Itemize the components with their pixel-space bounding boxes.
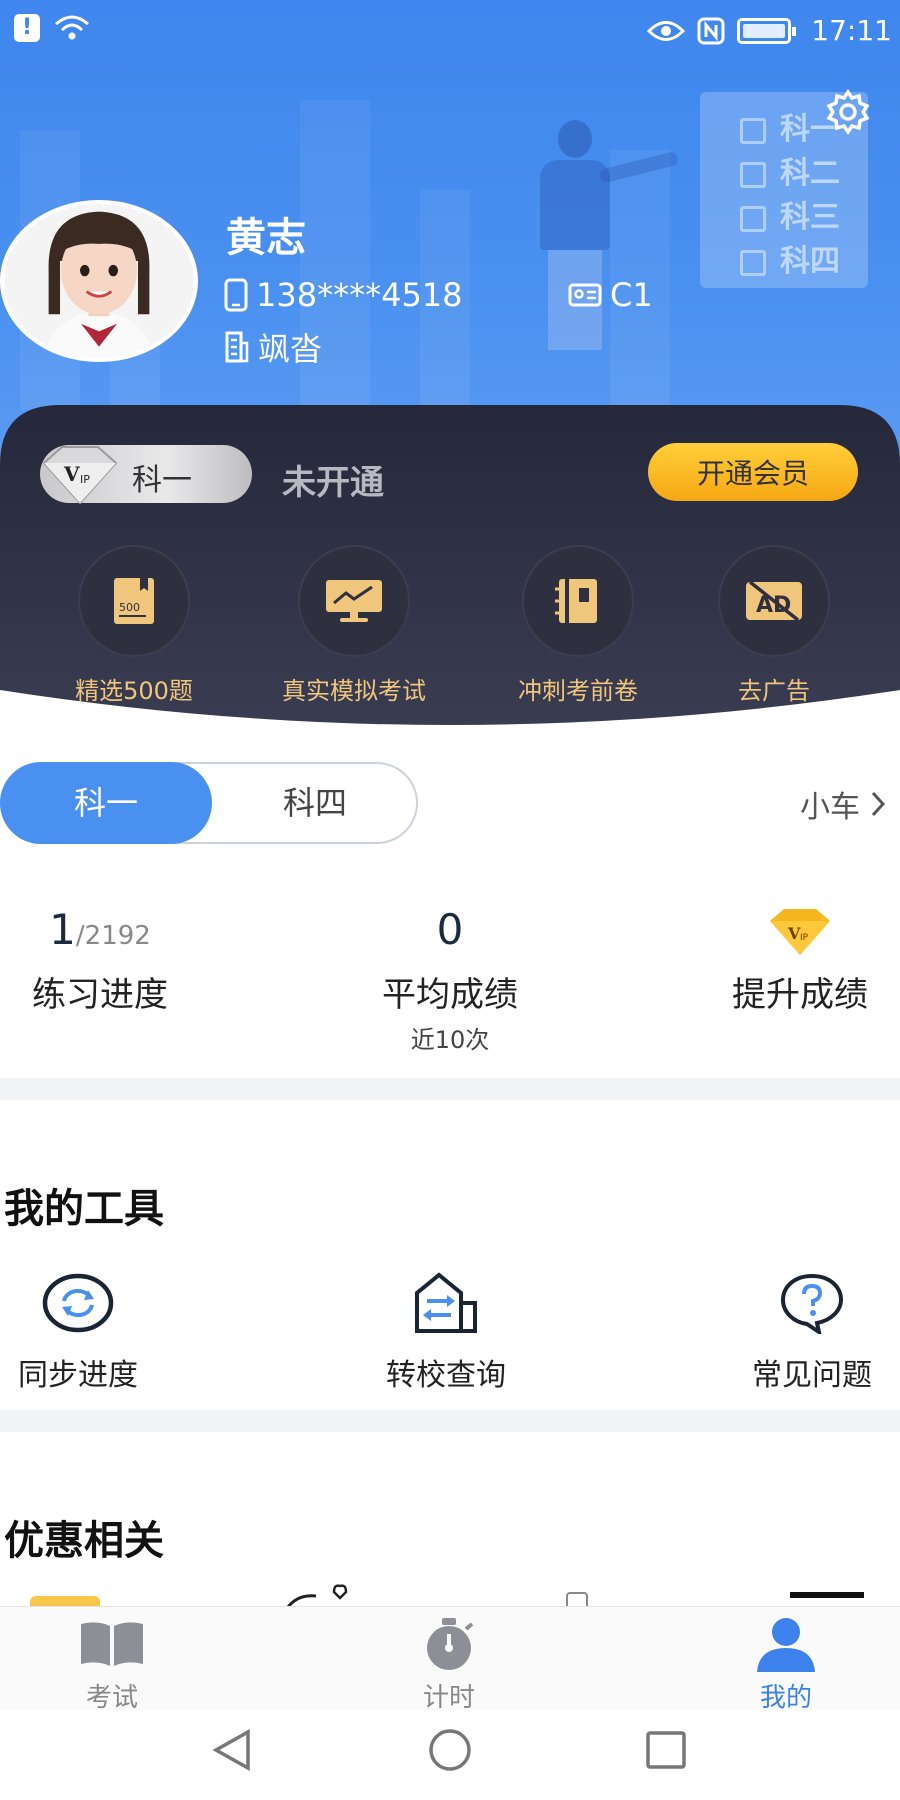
back-nav-icon[interactable] <box>210 1728 254 1776</box>
stat-label: 提升成绩 <box>732 975 868 1015</box>
vip-diamond-icon: V IP <box>42 446 118 505</box>
tool-label: 转校查询 <box>386 1358 506 1393</box>
book-500-icon: 500 <box>114 578 154 624</box>
vip-feature-label: 去广告 <box>738 677 810 705</box>
stat-label: 平均成绩 <box>382 975 518 1015</box>
vip-feature-500[interactable]: 500 精选500题 <box>34 545 234 706</box>
vip-panel: V IP 科一 未开通 开通会员 500 精选500题 真实模拟考试 冲刺考前卷… <box>0 405 900 730</box>
avatar[interactable] <box>0 200 198 362</box>
wifi-icon <box>55 15 89 40</box>
system-navigation-bar <box>0 1710 900 1800</box>
illustration-item: 科四 <box>740 236 840 280</box>
user-region: 飒沓 <box>258 330 323 368</box>
section-divider <box>0 1410 900 1432</box>
vip-subject-badge: V IP 科一 <box>40 445 252 505</box>
building-icon <box>225 331 249 363</box>
stat-value: 0 <box>436 905 464 954</box>
user-phone: 138****4518 <box>256 276 463 314</box>
vip-feature-label: 冲刺考前卷 <box>518 677 638 705</box>
license-card-icon <box>568 283 602 307</box>
stat-practice-progress[interactable]: 1/2192 练习进度 <box>0 905 200 1016</box>
stat-value: 1/2192 <box>49 905 151 954</box>
stat-label: 练习进度 <box>32 975 168 1015</box>
faq-icon <box>780 1273 844 1334</box>
illustration-item: 科二 <box>740 148 840 192</box>
stat-sublabel: 近10次 <box>410 1026 490 1054</box>
tab-label: 计时 <box>422 1683 475 1713</box>
status-time: 17:11 <box>811 14 892 47</box>
vehicle-type-label: 小车 <box>800 790 860 825</box>
vip-feature-mock-exam[interactable]: 真实模拟考试 <box>254 545 454 706</box>
notebook-icon <box>555 579 597 623</box>
tab-subject-1[interactable]: 科一 <box>0 762 212 844</box>
tab-subject-4[interactable]: 科四 <box>212 762 418 844</box>
tab-mine[interactable]: 我的 <box>706 1615 866 1714</box>
tab-label: 我的 <box>759 1683 812 1713</box>
vip-feature-remove-ads[interactable]: AD 去广告 <box>674 545 874 706</box>
status-bar: ! 17:11 <box>0 0 900 62</box>
nfc-icon <box>697 17 725 44</box>
eye-icon <box>647 20 686 41</box>
recents-nav-icon[interactable] <box>644 1728 688 1776</box>
alert-icon: ! <box>14 14 40 42</box>
svg-text:500: 500 <box>119 601 140 614</box>
promos-section-title: 优惠相关 <box>4 1518 164 1564</box>
tool-faq[interactable]: 常见问题 <box>712 1268 900 1394</box>
vip-diamond-gold-icon: V IP <box>770 909 830 955</box>
region-row: 飒沓 <box>224 324 322 370</box>
svg-text:V: V <box>63 462 80 486</box>
stopwatch-icon <box>427 1618 474 1670</box>
subject-segmented-control: 科一 科四 <box>0 762 418 844</box>
tool-school-transfer[interactable]: 转校查询 <box>346 1268 546 1394</box>
vehicle-type-selector[interactable]: 小车 <box>800 782 886 826</box>
phone-icon <box>224 278 248 312</box>
monitor-exam-icon <box>326 580 382 622</box>
svg-text:IP: IP <box>800 933 809 943</box>
section-divider <box>0 1078 900 1100</box>
svg-text:V: V <box>787 924 801 943</box>
tools-section-title: 我的工具 <box>4 1186 164 1232</box>
user-name: 黄志 <box>226 215 306 261</box>
person-icon <box>757 1618 815 1672</box>
tab-exam[interactable]: 考试 <box>32 1615 192 1714</box>
illustration-item: 科三 <box>740 192 840 236</box>
license-row: C1 <box>568 276 653 314</box>
open-membership-button[interactable]: 开通会员 <box>648 443 858 501</box>
phone-row: 138****4518 <box>224 276 463 314</box>
vip-status: 未开通 <box>282 463 384 503</box>
vip-badge-label: 科一 <box>132 463 192 498</box>
tool-sync-progress[interactable]: 同步进度 <box>0 1268 178 1394</box>
tab-timer[interactable]: 计时 <box>369 1615 529 1714</box>
stat-value: V IP <box>700 905 900 957</box>
stat-average-score[interactable]: 0 平均成绩 近10次 <box>350 905 550 1055</box>
profile-header: ! 17:11 科一 科二 科三 科四 黄志 138****4518 C1 飒沓 <box>0 0 900 470</box>
tab-label: 考试 <box>85 1683 138 1713</box>
svg-text:IP: IP <box>80 473 90 486</box>
tool-label: 常见问题 <box>752 1358 872 1393</box>
stat-improve-score[interactable]: V IP 提升成绩 <box>700 905 900 1016</box>
no-ad-icon: AD <box>746 580 802 622</box>
school-transfer-icon <box>415 1272 477 1333</box>
home-nav-icon[interactable] <box>428 1728 472 1776</box>
settings-gear-icon[interactable] <box>824 88 872 136</box>
illustration-person <box>540 120 680 350</box>
vip-feature-sprint-paper[interactable]: 冲刺考前卷 <box>478 545 678 706</box>
vip-feature-label: 精选500题 <box>75 677 193 705</box>
tool-label: 同步进度 <box>18 1358 138 1393</box>
bottom-tab-bar: 考试 计时 我的 <box>0 1606 900 1713</box>
book-icon <box>81 1622 143 1666</box>
svg-text:AD: AD <box>756 593 791 618</box>
user-license: C1 <box>610 276 653 314</box>
vip-feature-label: 真实模拟考试 <box>282 677 426 705</box>
battery-icon <box>737 17 797 44</box>
sync-icon <box>42 1273 114 1333</box>
chevron-right-icon <box>871 791 886 817</box>
